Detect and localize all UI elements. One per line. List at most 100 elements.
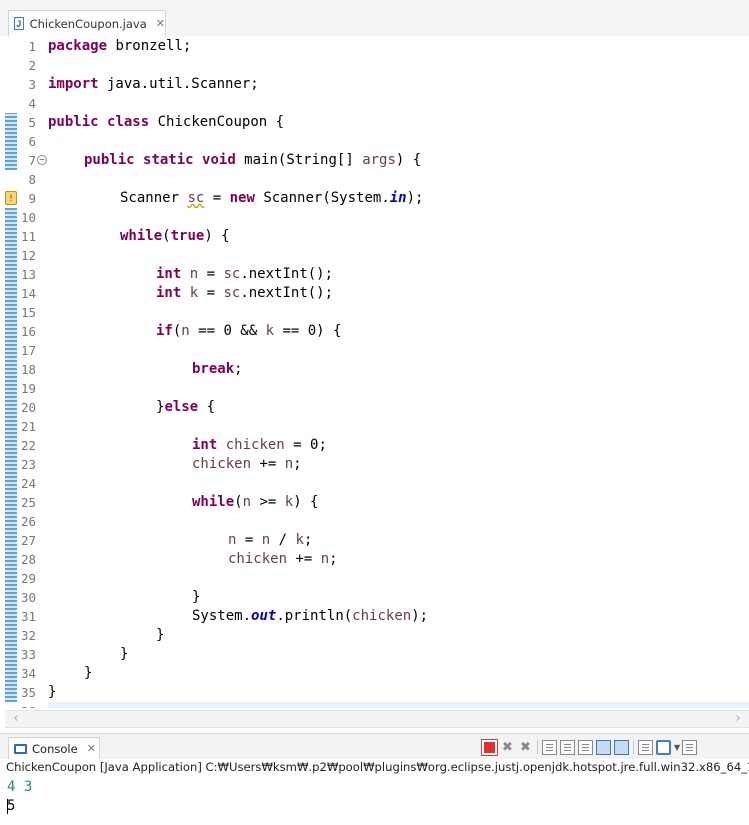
code-text: } <box>84 664 92 683</box>
code-text: System.out.println(chicken); <box>192 607 428 626</box>
console-tab[interactable]: Console ✕ <box>8 737 100 759</box>
dropdown-chevron-icon[interactable]: ▼ <box>674 740 682 755</box>
code-line: 8 <box>0 170 749 189</box>
line-number: 10 <box>20 210 36 225</box>
code-token: ; <box>293 456 302 472</box>
scroll-right-icon[interactable]: › <box>729 711 747 727</box>
console-tab-bar: Console ✕ ✖ ✖ ▼ <box>0 733 749 759</box>
code-token: chicken <box>228 551 288 567</box>
remove-launch-icon[interactable]: ✖ <box>500 740 515 755</box>
code-token: ChickenCoupon { <box>149 114 285 130</box>
line-number: 13 <box>20 267 36 282</box>
code-token: ( <box>234 494 243 510</box>
code-token: = <box>198 285 224 301</box>
code-line: 2 <box>0 56 749 75</box>
line-number: 18 <box>20 362 36 377</box>
scroll-left-icon[interactable]: ‹ <box>7 711 25 727</box>
code-line: 34} <box>0 664 749 683</box>
text-caret <box>7 799 8 814</box>
code-token: k <box>189 285 199 301</box>
minimize-icon[interactable] <box>682 739 697 755</box>
code-token: true <box>170 228 205 244</box>
code-token: n <box>261 532 271 548</box>
editor-tab-chickencoupon[interactable]: J ChickenCoupon.java ✕ <box>8 10 166 36</box>
line-number: 3 <box>28 77 36 92</box>
code-token: k <box>284 494 294 510</box>
fold-collapse-icon[interactable]: − <box>37 155 47 165</box>
code-token: new <box>229 190 255 206</box>
code-token: while <box>192 494 235 510</box>
code-token: chicken <box>352 608 412 624</box>
code-token: k <box>295 532 304 548</box>
code-line: 25 while(n >= k) { <box>0 493 749 512</box>
code-line: 13 int n = sc.nextInt(); <box>0 265 749 284</box>
code-line: 27 n = n / k; <box>0 531 749 550</box>
code-line: 3 import java.util.Scanner; <box>0 75 749 94</box>
code-text: } <box>120 645 128 664</box>
code-token: main(String[] <box>235 152 363 168</box>
code-token: ; <box>329 551 338 567</box>
code-text: chicken += n; <box>192 455 302 474</box>
code-text: Scanner sc = new Scanner(System.in); <box>120 189 423 208</box>
code-line: 5 public class ChickenCoupon { <box>0 113 749 132</box>
code-token: sc <box>223 285 241 301</box>
code-token: if <box>156 323 173 339</box>
show-on-output-icon[interactable] <box>578 739 593 755</box>
code-token: = <box>236 532 262 548</box>
code-token: = <box>198 266 224 282</box>
code-token: n <box>242 494 252 510</box>
code-editor[interactable]: 1 package bronzell; 2 3 import java.util.Sca… <box>0 36 749 708</box>
scroll-lock-icon[interactable] <box>542 739 557 755</box>
code-token: n <box>284 456 294 472</box>
line-number: 32 <box>20 628 36 643</box>
terminate-icon[interactable] <box>481 738 498 756</box>
console-icon <box>14 743 27 754</box>
code-line: 14 int k = sc.nextInt(); <box>0 284 749 303</box>
console-output[interactable]: 4 3 5 <box>0 776 749 825</box>
code-token: == 0 && <box>189 323 266 339</box>
code-token: chicken <box>225 437 285 453</box>
warning-marker-icon[interactable]: ! <box>5 191 17 205</box>
line-number: 33 <box>20 647 36 662</box>
close-icon[interactable]: ✕ <box>87 742 96 755</box>
code-token: n <box>181 323 190 339</box>
code-text: while(true) { <box>120 227 230 246</box>
code-token: int <box>156 266 182 282</box>
code-text: } <box>156 626 164 645</box>
line-number: 19 <box>20 381 36 396</box>
code-token: public <box>84 152 135 168</box>
code-token: { <box>198 399 216 415</box>
code-token: ( <box>162 228 171 244</box>
java-file-icon: J <box>14 17 24 30</box>
line-number: 26 <box>20 514 36 529</box>
code-text: if(n == 0 && k == 0) { <box>156 322 341 341</box>
code-token: sc <box>223 266 241 282</box>
code-text: n = n / k; <box>228 531 312 550</box>
open-console-icon[interactable] <box>638 739 653 755</box>
show-on-error-icon[interactable] <box>614 739 629 755</box>
code-token: n <box>320 551 330 567</box>
code-line: 20}else { <box>0 398 749 417</box>
code-text: public static void main(String[] args) { <box>84 151 421 170</box>
code-text: int k = sc.nextInt(); <box>156 284 333 303</box>
display-console-icon[interactable] <box>656 739 671 755</box>
code-token: } <box>120 646 129 662</box>
line-number: 6 <box>28 134 36 149</box>
code-token: } <box>156 627 165 643</box>
line-number: 7 <box>28 153 36 168</box>
code-token: } <box>192 589 201 605</box>
code-line: 15 <box>0 303 749 322</box>
word-wrap-icon[interactable] <box>560 739 575 755</box>
pin-console-icon[interactable] <box>596 739 611 755</box>
remove-all-terminated-icon[interactable]: ✖ <box>518 740 533 755</box>
horizontal-scrollbar[interactable]: ‹ › <box>5 710 749 728</box>
code-line: 9! Scanner sc = new Scanner(System.in); <box>0 189 749 208</box>
close-icon[interactable]: ✕ <box>156 17 165 30</box>
code-token: ; <box>303 532 313 548</box>
code-line: 6 <box>0 132 749 151</box>
